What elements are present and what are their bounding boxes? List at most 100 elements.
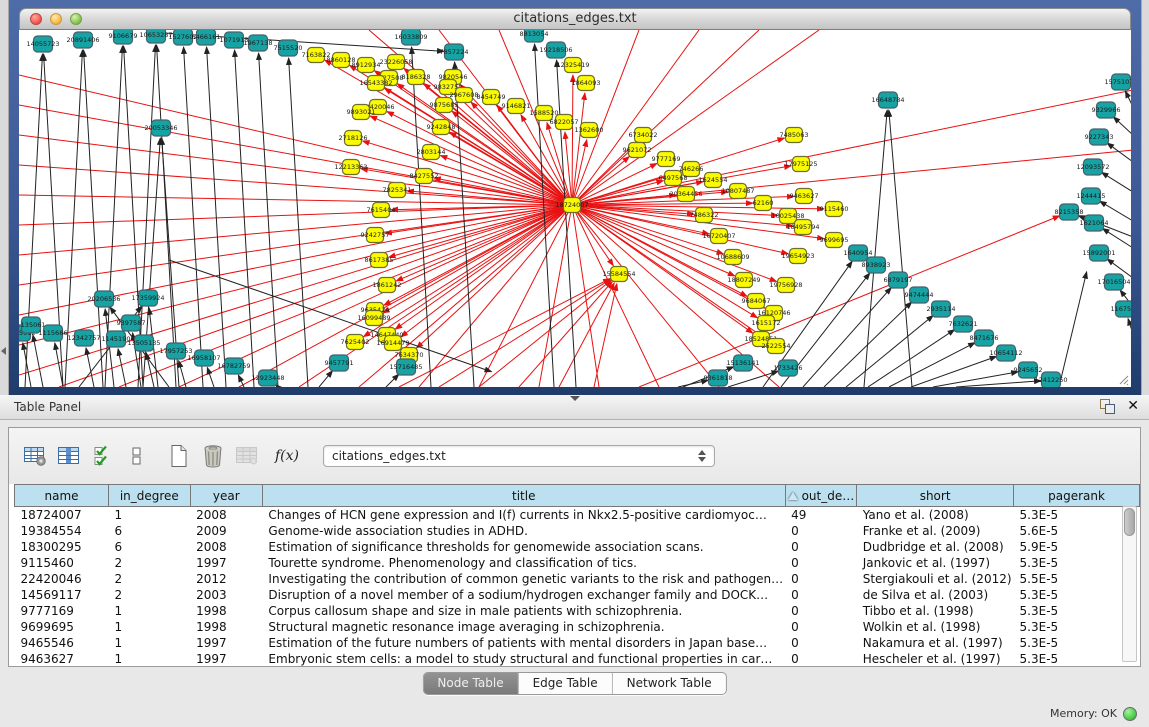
citation-edge-black[interactable] [1113, 117, 1131, 135]
cell-name[interactable]: 9115460 [15, 555, 109, 571]
column-header-out-degree[interactable]: out_de… [785, 485, 857, 507]
cell-pagerank[interactable]: 5.3E-5 [1014, 587, 1140, 603]
column-header-title[interactable]: title [262, 485, 785, 507]
cell-year[interactable]: 2008 [190, 507, 262, 524]
cell-pagerank[interactable]: 5.6E-5 [1014, 523, 1140, 539]
citation-edge-black[interactable] [207, 367, 214, 387]
cell-pagerank[interactable]: 5.3E-5 [1014, 635, 1140, 651]
cell-out_degree[interactable]: 0 [785, 603, 857, 619]
cell-in_degree[interactable]: 6 [109, 539, 191, 555]
cell-short[interactable]: de Silva et al. (2003) [857, 587, 1014, 603]
citation-edge-red[interactable] [19, 205, 572, 285]
cell-in_degree[interactable]: 1 [109, 603, 191, 619]
cell-title[interactable]: Tourette syndrome. Phenomenology and cla… [262, 555, 785, 571]
delete-column-trash-button[interactable] [199, 441, 227, 471]
memory-status-indicator[interactable] [1123, 707, 1137, 721]
table-row[interactable]: 946362711997Embryonic stem cells: a mode… [15, 651, 1140, 667]
citation-edge-black[interactable] [412, 47, 431, 387]
minimize-window-button[interactable] [50, 13, 62, 25]
cell-name[interactable]: 14569117 [15, 587, 109, 603]
table-row[interactable]: 977716911998Corpus callosum shape and si… [15, 603, 1140, 619]
table-row[interactable]: 1938455462009Genome-wide association stu… [15, 523, 1140, 539]
tab-network-table[interactable]: Network Table [612, 673, 726, 694]
citation-edge-black[interactable] [386, 374, 399, 387]
cell-short[interactable]: Yano et al. (2008) [857, 507, 1014, 524]
cell-out_degree[interactable]: 0 [785, 587, 857, 603]
citation-edge-red[interactable] [416, 205, 572, 348]
table-vertical-scrollbar[interactable] [1122, 506, 1137, 662]
cell-name[interactable]: 9463627 [15, 651, 109, 667]
select-all-button[interactable] [89, 441, 117, 471]
cell-year[interactable]: 2009 [190, 523, 262, 539]
column-header-in-degree[interactable]: in_degree [109, 485, 191, 507]
table-row[interactable]: 1830029562008Estimation of significance … [15, 539, 1140, 555]
table-row[interactable]: 946554611997Estimation of the future num… [15, 635, 1140, 651]
table-panel-titlebar[interactable]: Table Panel ✕ [0, 395, 1149, 420]
cell-year[interactable]: 2012 [190, 571, 262, 587]
citation-edge-black[interactable] [238, 375, 244, 387]
citation-edge-black[interactable] [319, 371, 333, 387]
table-row[interactable]: 2242004622012Investigating the contribut… [15, 571, 1140, 587]
cell-name[interactable]: 18300295 [15, 539, 109, 555]
cell-in_degree[interactable]: 1 [109, 635, 191, 651]
citation-edge-red[interactable] [19, 205, 572, 345]
cell-in_degree[interactable]: 1 [109, 651, 191, 667]
cell-out_degree[interactable]: 0 [785, 635, 857, 651]
citation-edge-red[interactable] [639, 216, 1060, 387]
citation-edge-black[interactable] [846, 315, 933, 387]
cell-short[interactable]: Tibbo et al. (1998) [857, 603, 1014, 619]
citation-edge-black[interactable] [118, 349, 126, 387]
network-graph[interactable]: 1872400771638228860128891293423226058982… [19, 30, 1131, 387]
citation-edge-red[interactable] [572, 90, 1131, 205]
citation-edge-black[interactable] [207, 47, 226, 387]
citation-edge-black[interactable] [259, 53, 278, 387]
cell-year[interactable]: 2008 [190, 539, 262, 555]
function-builder-button[interactable]: f(x) [273, 441, 301, 471]
cell-short[interactable]: Wolkin et al. (1998) [857, 619, 1014, 635]
citation-edge-red[interactable] [363, 205, 572, 337]
cell-name[interactable]: 9777169 [15, 603, 109, 619]
cell-out_degree[interactable]: 0 [785, 523, 857, 539]
cell-in_degree[interactable]: 1 [109, 619, 191, 635]
citation-edge-black[interactable] [911, 356, 997, 387]
scrollbar-thumb[interactable] [1124, 508, 1135, 536]
resize-grip-icon[interactable] [1117, 373, 1129, 385]
cell-title[interactable]: Investigating the contribution of common… [262, 571, 785, 587]
cell-title[interactable]: Disruption of a novel member of a sodium… [262, 587, 785, 603]
citation-edge-red[interactable] [440, 156, 572, 205]
citation-edge-black[interactable] [289, 58, 308, 387]
cell-out_degree[interactable]: 0 [785, 619, 857, 635]
close-panel-icon[interactable]: ✕ [1127, 399, 1139, 414]
table-options-button[interactable] [21, 441, 49, 471]
citation-edge-black[interactable] [184, 47, 203, 387]
cell-out_degree[interactable]: 49 [785, 507, 857, 524]
citation-edge-black[interactable] [455, 62, 474, 387]
new-column-button[interactable] [165, 441, 193, 471]
cell-pagerank[interactable]: 5.3E-5 [1014, 651, 1140, 667]
citation-edge-black[interactable] [1125, 91, 1131, 107]
cell-in_degree[interactable]: 2 [109, 587, 191, 603]
cell-year[interactable]: 1998 [190, 619, 262, 635]
cell-short[interactable]: Dudbridge et al. (2008) [857, 539, 1014, 555]
cell-title[interactable]: Changes of HCN gene expression and I(f) … [262, 507, 785, 524]
panel-collapse-arrow-icon[interactable] [1, 347, 6, 355]
cell-pagerank[interactable]: 5.3E-5 [1014, 555, 1140, 571]
column-header-short[interactable]: short [857, 485, 1014, 507]
citation-edge-red[interactable] [383, 205, 572, 313]
cell-name[interactable]: 18724007 [15, 507, 109, 524]
network-window-titlebar[interactable]: citations_edges.txt [19, 8, 1131, 30]
citation-edge-black[interactable] [1059, 272, 1087, 387]
cell-out_degree[interactable]: 0 [785, 539, 857, 555]
show-columns-button[interactable] [55, 441, 83, 471]
citation-edge-black[interactable] [956, 381, 1041, 387]
cell-title[interactable]: Estimation of the future numbers of pati… [262, 635, 785, 651]
cell-pagerank[interactable]: 5.3E-5 [1014, 603, 1140, 619]
citation-edge-black[interactable] [179, 361, 186, 387]
close-window-button[interactable] [30, 13, 42, 25]
column-header-pagerank[interactable]: pagerank [1014, 485, 1140, 507]
citation-edge-black[interactable] [157, 45, 176, 387]
cell-short[interactable]: Franke et al. (2009) [857, 523, 1014, 539]
cell-short[interactable]: Jankovic et al. (1997) [857, 555, 1014, 571]
citation-edge-red[interactable] [19, 195, 572, 205]
citation-edge-red[interactable] [479, 205, 572, 387]
